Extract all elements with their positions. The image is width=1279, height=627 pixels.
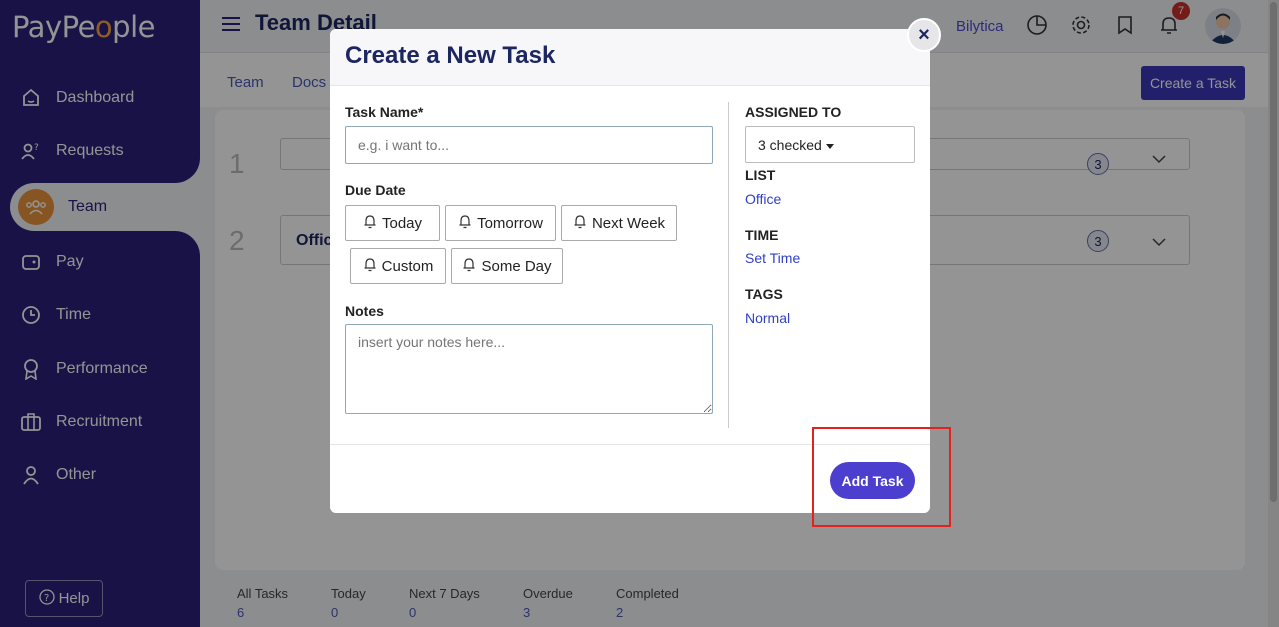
due-tomorrow-button[interactable]: Tomorrow [445, 205, 556, 241]
bell-icon [363, 214, 377, 233]
task-name-input[interactable] [345, 126, 713, 164]
tags-value-link[interactable]: Normal [745, 310, 790, 326]
bell-icon [573, 214, 587, 233]
assigned-to-label: ASSIGNED TO [745, 104, 842, 120]
set-time-link[interactable]: Set Time [745, 250, 800, 266]
modal-title: Create a New Task [345, 42, 556, 69]
tags-label: TAGS [745, 286, 783, 302]
due-next-week-button[interactable]: Next Week [561, 205, 677, 241]
due-some-day-button[interactable]: Some Day [451, 248, 563, 284]
close-icon[interactable]: × [907, 18, 941, 52]
task-name-label: Task Name* [345, 104, 424, 120]
bell-icon [363, 257, 377, 276]
due-date-label: Due Date [345, 182, 406, 198]
notes-label: Notes [345, 303, 384, 319]
list-label: LIST [745, 167, 776, 183]
column-divider [728, 102, 729, 428]
time-label: TIME [745, 227, 779, 243]
list-value-link[interactable]: Office [745, 191, 781, 207]
due-custom-button[interactable]: Custom [350, 248, 446, 284]
highlight-box [812, 427, 951, 527]
bell-icon [462, 257, 476, 276]
due-today-button[interactable]: Today [345, 205, 440, 241]
bell-icon [458, 214, 472, 233]
notes-textarea[interactable] [345, 324, 713, 414]
caret-down-icon [825, 137, 834, 153]
assigned-to-dropdown[interactable]: 3 checked [745, 126, 915, 163]
modal-header: Create a New Task [330, 29, 930, 86]
